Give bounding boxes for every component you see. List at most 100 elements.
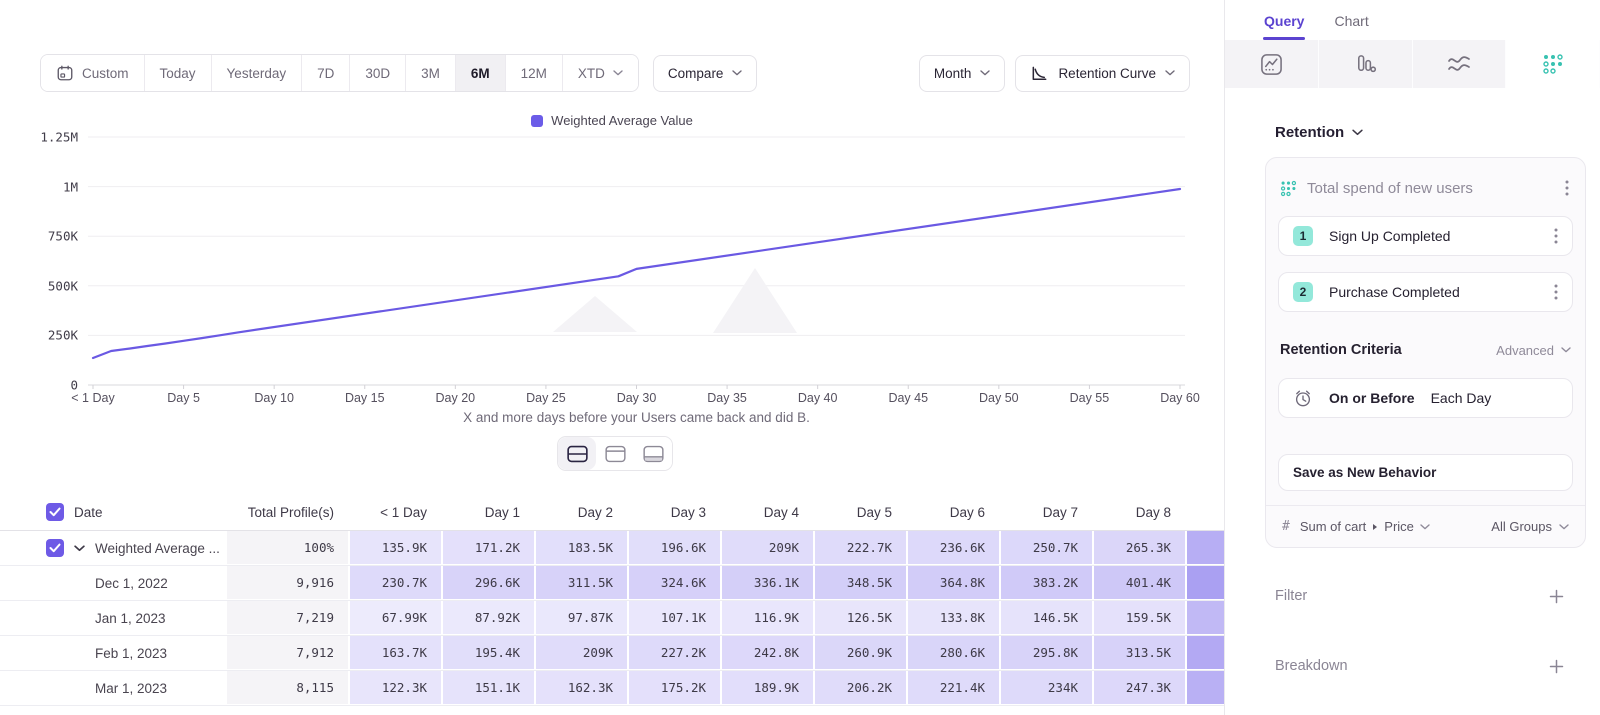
date-range-today[interactable]: Today <box>145 55 212 91</box>
row-expander[interactable] <box>74 545 85 552</box>
plus-icon <box>1549 589 1564 604</box>
criteria-on-or-before: On or Before <box>1329 390 1415 406</box>
table-row[interactable]: Mar 1, 20238,115122.3K151.1K162.3K175.2K… <box>0 671 1224 706</box>
table-row[interactable]: Dec 1, 20229,916230.7K296.6K311.5K324.6K… <box>0 566 1224 601</box>
funnels-icon <box>1354 53 1377 76</box>
behavior-step-1[interactable]: 1 Sign Up Completed <box>1278 216 1573 256</box>
retention-value-cell: 242.8K <box>720 636 813 670</box>
retention-value-cell: 364.8K <box>906 566 999 600</box>
check-icon <box>49 507 61 517</box>
breakdown-section[interactable]: Breakdown <box>1275 658 1564 674</box>
retention-value-cell: 183.5K <box>534 531 627 565</box>
table-row[interactable]: Weighted Average ...100%135.9K171.2K183.… <box>0 531 1224 566</box>
chart-view-toggle[interactable] <box>596 437 634 470</box>
date-range-30d[interactable]: 30D <box>350 55 406 91</box>
date-range-label: Custom <box>82 66 129 81</box>
date-range-label: Today <box>160 66 196 81</box>
retention-value-cell: 206.2K <box>813 671 906 705</box>
retention-value-cell: 230.7K <box>348 566 441 600</box>
date-range-6m[interactable]: 6M <box>456 55 506 91</box>
y-tick-label: 750K <box>0 229 78 244</box>
retention-value-cell: 146.5K <box>999 601 1092 635</box>
retention-value-cell: 97.87K <box>534 601 627 635</box>
tab-query[interactable]: Query <box>1263 13 1305 40</box>
tab-chart[interactable]: Chart <box>1333 13 1369 40</box>
all-groups-dropdown[interactable]: All Groups <box>1491 519 1569 534</box>
step-menu-button[interactable] <box>1552 282 1560 302</box>
behavior-title-row[interactable]: Total spend of new users <box>1278 170 1573 216</box>
arrow-right-icon <box>1372 523 1378 531</box>
retention-value-cell: 209K <box>534 636 627 670</box>
date-range-yesterday[interactable]: Yesterday <box>212 55 303 91</box>
retention-value-cell: 227.2K <box>627 636 720 670</box>
next-column-sliver <box>1185 636 1224 670</box>
row-label: Weighted Average ... <box>95 541 220 556</box>
chart-legend[interactable]: Weighted Average Value <box>0 113 1224 128</box>
header-date-cell: Date <box>0 503 225 521</box>
retention-value-cell: 151.1K <box>441 671 534 705</box>
table-row[interactable]: Jan 1, 20237,21967.99K87.92K97.87K107.1K… <box>0 601 1224 636</box>
row-label-cell: Dec 1, 2022 <box>0 566 225 600</box>
date-range-custom[interactable]: Custom <box>41 55 145 91</box>
chart-style-label: Retention Curve <box>1058 66 1156 81</box>
x-tick-label: Day 5 <box>167 391 200 405</box>
row-label: Jan 1, 2023 <box>95 611 166 626</box>
retention-value-cell: 116.9K <box>720 601 813 635</box>
date-range-xtd[interactable]: XTD <box>563 55 638 91</box>
split-view-toggle[interactable] <box>558 437 596 470</box>
retention-value-cell: 260.9K <box>813 636 906 670</box>
retention-value-cell: 195.4K <box>441 636 534 670</box>
watermark-triangle <box>553 296 637 332</box>
criteria-label: Retention Criteria <box>1280 342 1496 358</box>
measure-property-dropdown[interactable]: Sum of cart Price <box>1300 519 1481 534</box>
granularity-dropdown[interactable]: Month <box>919 55 1006 92</box>
tab-insights[interactable] <box>1225 40 1319 88</box>
table-row[interactable]: Feb 1, 20237,912163.7K195.4K209K227.2K24… <box>0 636 1224 671</box>
retention-value-cell: 133.8K <box>906 601 999 635</box>
x-tick-label: Day 25 <box>526 391 566 405</box>
column-header: Date <box>74 505 103 520</box>
criteria-value-button[interactable]: On or Before Each Day <box>1278 378 1573 418</box>
column-header: Day 5 <box>813 505 906 520</box>
column-header: Day 2 <box>534 505 627 520</box>
tab-retention[interactable] <box>1506 40 1600 88</box>
retention-section-dropdown[interactable]: Retention <box>1275 124 1363 141</box>
save-as-new-behavior-button[interactable]: Save as New Behavior <box>1278 454 1573 491</box>
filter-section[interactable]: Filter <box>1275 588 1564 604</box>
retention-value-cell: 280.6K <box>906 636 999 670</box>
chevron-down-icon <box>74 545 85 552</box>
total-profiles-cell: 9,916 <box>225 566 348 600</box>
compare-button[interactable]: Compare <box>653 55 758 92</box>
step-menu-button[interactable] <box>1552 226 1560 246</box>
row-label-cell: Mar 1, 2023 <box>0 671 225 705</box>
date-range-3m[interactable]: 3M <box>406 55 456 91</box>
table-view-toggle[interactable] <box>634 437 672 470</box>
date-range-7d[interactable]: 7D <box>302 55 350 91</box>
retention-value-cell: 107.1K <box>627 601 720 635</box>
next-column-sliver <box>1185 531 1224 565</box>
table-body: Weighted Average ...100%135.9K171.2K183.… <box>0 531 1224 706</box>
behavior-step-2[interactable]: 2 Purchase Completed <box>1278 272 1573 312</box>
retention-value-cell: 221.4K <box>906 671 999 705</box>
chart-style-dropdown[interactable]: Retention Curve <box>1015 55 1190 92</box>
insights-icon <box>1260 53 1283 76</box>
select-all-checkbox[interactable] <box>46 503 64 521</box>
date-range-12m[interactable]: 12M <box>506 55 563 91</box>
row-label: Feb 1, 2023 <box>95 646 167 661</box>
kebab-icon <box>1565 180 1569 196</box>
behavior-menu-button[interactable] <box>1563 178 1571 198</box>
date-range-label: 30D <box>365 66 390 81</box>
step-event-label: Sign Up Completed <box>1329 228 1552 244</box>
row-checkbox[interactable] <box>46 539 64 557</box>
date-range-label: 6M <box>471 66 490 81</box>
column-header: < 1 Day <box>348 505 441 520</box>
x-axis-caption: X and more days before your Users came b… <box>93 410 1180 425</box>
y-tick-label: 1.25M <box>0 130 78 145</box>
tab-funnels[interactable] <box>1319 40 1413 88</box>
date-range-label: XTD <box>578 66 605 81</box>
hash-icon: # <box>1282 519 1290 534</box>
tab-flows[interactable] <box>1413 40 1507 88</box>
row-label-cell: Feb 1, 2023 <box>0 636 225 670</box>
criteria-mode-dropdown[interactable]: Advanced <box>1496 343 1571 358</box>
layout-toggle-group <box>557 436 673 471</box>
